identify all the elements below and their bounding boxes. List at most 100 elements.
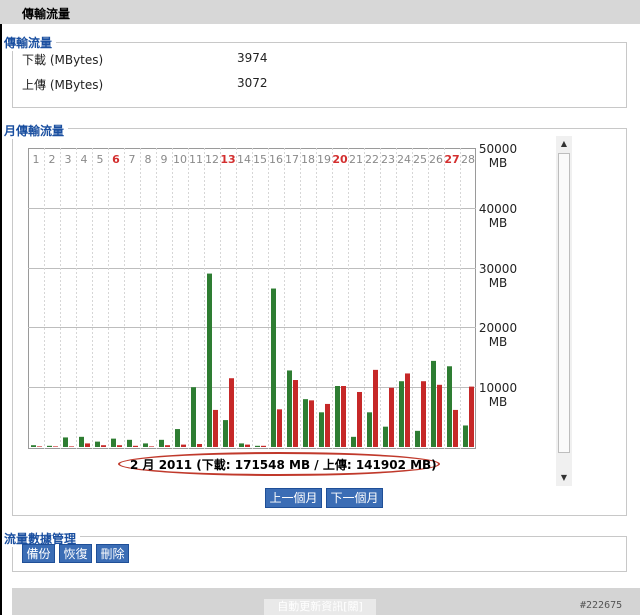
download-bar <box>47 445 52 447</box>
upload-bar <box>85 443 90 447</box>
upload-bar <box>277 409 282 447</box>
upload-bar <box>405 373 410 447</box>
day-label: 28 <box>461 153 475 166</box>
day-label: 18 <box>301 153 315 166</box>
scroll-up-arrow-icon[interactable]: ▲ <box>556 136 572 152</box>
day-label: 15 <box>253 153 267 166</box>
day-label: 17 <box>285 153 299 166</box>
upload-bar <box>37 446 42 447</box>
y-tick-unit: MB <box>489 156 508 170</box>
day-label: 20 <box>332 153 348 166</box>
delete-button[interactable]: 刪除 <box>96 544 129 563</box>
download-bar <box>191 387 196 447</box>
day-label: 25 <box>413 153 427 166</box>
download-bar <box>399 381 404 447</box>
upload-value: 3072 <box>237 76 268 90</box>
day-label: 8 <box>145 153 152 166</box>
day-label: 5 <box>97 153 104 166</box>
previous-month-button[interactable]: 上一個月 <box>265 488 322 508</box>
monthly-section-title: 月傳輸流量 <box>4 122 69 139</box>
upload-bar <box>469 386 474 447</box>
upload-bar <box>389 387 394 447</box>
scroll-thumb[interactable] <box>558 153 570 453</box>
upload-bar <box>165 445 170 447</box>
day-label: 16 <box>269 153 283 166</box>
upload-label: 上傳 (MBytes) <box>22 78 104 92</box>
download-bar <box>207 273 212 447</box>
upload-bar <box>357 391 362 447</box>
download-bar <box>303 399 308 447</box>
upload-bar <box>453 409 458 447</box>
upload-bar <box>229 378 234 447</box>
download-bar <box>175 429 180 447</box>
day-label: 12 <box>205 153 219 166</box>
monthly-traffic-chart: 1 2 3 4 5 6 7 8 9 10 11 12 13 14 15 16 17 18 19 20 21 22 23 24 2… <box>28 148 476 449</box>
day-label: 14 <box>237 153 251 166</box>
scroll-down-arrow-icon[interactable]: ▼ <box>556 470 572 486</box>
day-label: 9 <box>161 153 168 166</box>
download-bar <box>95 441 100 447</box>
window-left-border <box>0 0 2 615</box>
download-bar <box>335 386 340 447</box>
upload-bar <box>69 446 74 447</box>
download-bar <box>223 420 228 447</box>
upload-bar <box>373 369 378 447</box>
day-label: 2 <box>49 153 56 166</box>
y-tick-label: 20000 <box>479 321 517 335</box>
download-bar <box>255 445 260 447</box>
month-summary-caption: 2 月 2011 (下載: 171548 MB / 上傳: 141902 MB) <box>130 458 437 472</box>
y-tick-unit: MB <box>489 335 508 349</box>
transfer-section-title: 傳輸流量 <box>4 34 57 51</box>
download-bar <box>447 366 452 447</box>
upload-bar <box>421 381 426 447</box>
download-bar <box>351 436 356 447</box>
upload-bar <box>53 446 58 447</box>
upload-bar <box>117 445 122 447</box>
upload-bar <box>181 444 186 447</box>
y-tick-unit: MB <box>489 395 508 409</box>
day-label: 7 <box>129 153 136 166</box>
upload-bar <box>309 400 314 447</box>
restore-button[interactable]: 恢復 <box>59 544 92 563</box>
y-axis: 50000MB40000MB30000MB20000MB10000MB <box>479 142 517 409</box>
backup-button[interactable]: 備份 <box>22 544 55 563</box>
y-tick-label: 10000 <box>479 381 517 395</box>
day-label: 22 <box>365 153 379 166</box>
day-label: 24 <box>397 153 411 166</box>
y-tick-label: 30000 <box>479 262 517 276</box>
day-label: 13 <box>220 153 235 166</box>
day-label: 3 <box>65 153 72 166</box>
upload-bar <box>213 409 218 447</box>
download-bar <box>143 443 148 447</box>
day-label: 4 <box>81 153 88 166</box>
chart-scrollbar[interactable]: ▲ ▼ <box>556 136 572 486</box>
download-bar <box>383 426 388 447</box>
day-label: 11 <box>189 153 203 166</box>
download-bar <box>287 370 292 447</box>
download-bar <box>159 439 164 447</box>
download-bar <box>239 443 244 447</box>
download-bar <box>63 437 68 447</box>
download-bar <box>431 360 436 447</box>
y-tick-label: 40000 <box>479 202 517 216</box>
day-label: 1 <box>33 153 40 166</box>
download-label: 下載 (MBytes) <box>22 53 104 67</box>
download-bar <box>367 412 372 447</box>
upload-bar <box>245 444 250 447</box>
download-bar <box>271 288 276 447</box>
upload-bar <box>325 403 330 447</box>
upload-bar <box>197 444 202 447</box>
upload-bar <box>149 446 154 447</box>
upload-bar <box>261 445 266 447</box>
upload-bar <box>293 380 298 447</box>
upload-bar <box>437 384 442 447</box>
y-tick-label: 50000 <box>479 142 517 156</box>
download-bar <box>463 425 468 447</box>
auto-refresh-button[interactable]: 自動更新資訊[關] <box>264 599 376 615</box>
watermark-text: #222675 <box>580 600 623 611</box>
day-label: 10 <box>173 153 187 166</box>
day-label: 23 <box>381 153 395 166</box>
day-label: 26 <box>429 153 443 166</box>
day-label: 21 <box>349 153 363 166</box>
next-month-button[interactable]: 下一個月 <box>326 488 383 508</box>
